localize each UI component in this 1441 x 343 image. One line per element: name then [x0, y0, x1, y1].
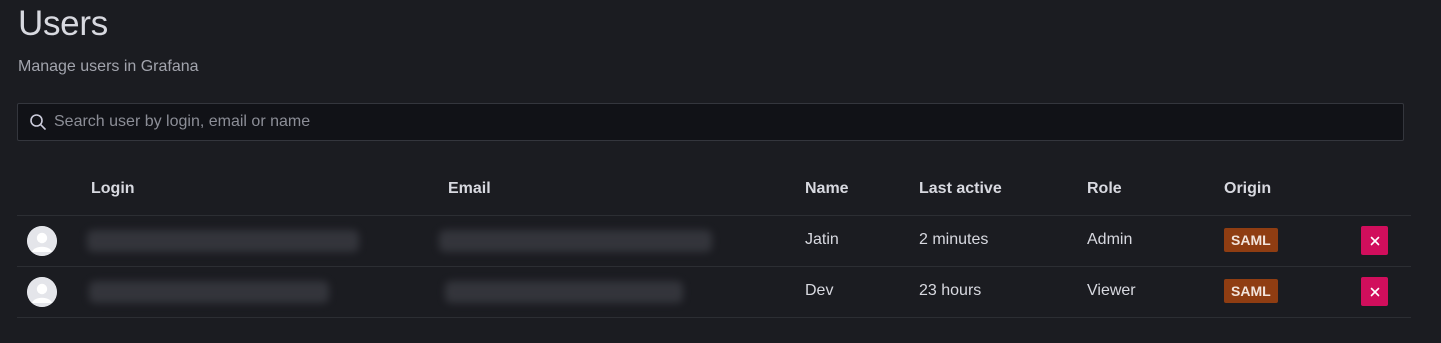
column-header-role[interactable]: Role [1087, 180, 1122, 198]
users-table: Login Email Name Last active Role Origin… [17, 165, 1411, 318]
name-cell[interactable]: Dev [805, 282, 833, 300]
table-row[interactable]: Jatin 2 minutes Admin SAML [17, 216, 1411, 267]
delete-user-button[interactable] [1361, 277, 1388, 306]
close-icon [1370, 287, 1379, 296]
login-cell[interactable] [87, 230, 359, 252]
role-cell[interactable]: Viewer [1087, 282, 1136, 300]
origin-badge: SAML [1224, 279, 1278, 303]
delete-user-button[interactable] [1361, 226, 1388, 255]
search-input[interactable] [54, 113, 1403, 131]
last-active-cell: 2 minutes [919, 231, 989, 248]
email-cell[interactable] [439, 230, 712, 252]
column-header-email[interactable]: Email [448, 180, 491, 198]
user-avatar-icon [27, 277, 57, 307]
table-row[interactable]: Dev 23 hours Viewer SAML [17, 267, 1411, 318]
search-icon [29, 113, 47, 131]
name-cell[interactable]: Jatin [805, 231, 839, 249]
search-box[interactable] [17, 103, 1404, 141]
column-header-name[interactable]: Name [805, 180, 849, 198]
column-header-last-active[interactable]: Last active [919, 180, 1002, 198]
column-header-login[interactable]: Login [91, 180, 135, 198]
role-cell[interactable]: Admin [1087, 231, 1132, 249]
users-page: Users Manage users in Grafana Login Emai… [0, 0, 1441, 343]
user-avatar-icon [27, 226, 57, 256]
column-header-origin[interactable]: Origin [1224, 180, 1271, 198]
login-cell[interactable] [89, 281, 329, 303]
origin-badge: SAML [1224, 228, 1278, 252]
page-subtitle: Manage users in Grafana [18, 58, 199, 75]
email-cell[interactable] [445, 281, 683, 303]
page-title: Users [18, 4, 108, 43]
close-icon [1370, 236, 1379, 245]
table-header: Login Email Name Last active Role Origin [17, 165, 1411, 216]
last-active-cell: 23 hours [919, 282, 982, 299]
